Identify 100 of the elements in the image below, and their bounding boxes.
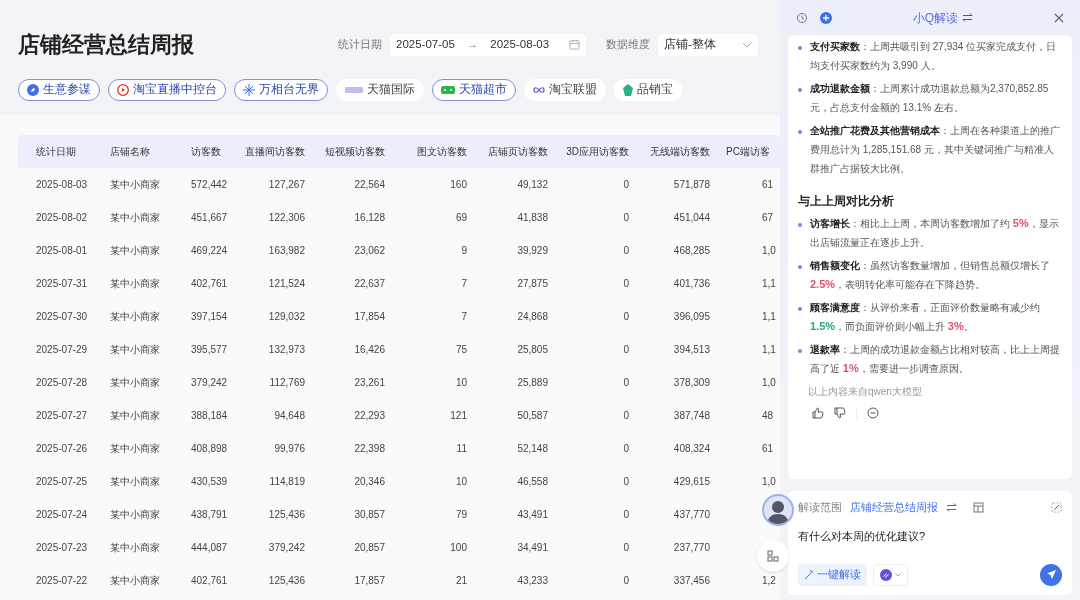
table-cell: 34,491 (517, 542, 548, 553)
chevron-down-icon (742, 41, 752, 48)
column-header: 图文访客数 (416, 145, 467, 159)
channel-tag[interactable]: 淘宝直播中控台 (108, 79, 226, 101)
question-field[interactable]: 有什么对本周的优化建议? (798, 527, 1062, 556)
table-cell: 79 (455, 509, 467, 520)
table-cell: 408,324 (673, 443, 710, 454)
thumbs-up-icon[interactable] (812, 407, 824, 419)
bullet-icon (798, 223, 802, 227)
table-cell: 75 (455, 344, 467, 355)
table-cell: 1,0 (762, 377, 776, 388)
table-cell: 23,062 (354, 245, 385, 256)
table-cell: 43,491 (517, 509, 548, 520)
table-cell: 41,838 (517, 212, 548, 223)
table-cell: 某中小商家 (110, 575, 160, 586)
dimension-select[interactable]: 店铺-整体 (658, 33, 758, 56)
channel-tag[interactable]: 淘宝联盟 (524, 79, 606, 101)
table-cell: 379,242 (191, 377, 228, 388)
channel-tag[interactable]: 天猫国际 (336, 79, 424, 101)
table-cell: 9 (461, 245, 467, 256)
table-cell: 1,1 (762, 344, 776, 355)
table-cell: 402,761 (191, 278, 228, 289)
table-cell: 1,2 (762, 575, 776, 586)
table-cell: 24,868 (517, 311, 548, 322)
table-cell: 某中小商家 (110, 377, 160, 388)
send-icon (1045, 569, 1057, 581)
table-cell: 396,095 (673, 311, 710, 322)
table-cell: 某中小商家 (110, 179, 160, 190)
table-cell: 237,770 (673, 542, 710, 553)
table-cell: 0 (623, 245, 629, 256)
table-cell: 437,770 (673, 509, 710, 520)
table-cell: 21 (455, 575, 467, 586)
table-cell: 2025-07-23 (36, 542, 88, 553)
column-header: 短视频访客数 (324, 145, 385, 159)
table-cell: 0 (623, 542, 629, 553)
layout-icon[interactable] (973, 502, 984, 514)
table-cell: 某中小商家 (110, 311, 160, 322)
table-cell: 16,426 (354, 344, 385, 355)
channel-tag[interactable]: 万相台无界 (234, 79, 328, 101)
column-header: 店铺页访客数 (487, 145, 548, 159)
table-cell: 0 (623, 179, 629, 190)
table-cell: 某中小商家 (110, 245, 160, 256)
table-cell: 25,889 (517, 377, 548, 388)
table-cell: 52,148 (517, 443, 548, 454)
table-cell: 1,0 (762, 476, 776, 487)
table-cell: 2025-07-31 (36, 278, 88, 289)
table-cell: 20,346 (354, 476, 385, 487)
table-cell: 402,761 (191, 575, 228, 586)
table-cell: 388,184 (191, 410, 228, 421)
channel-tag[interactable]: 天猫超市 (432, 79, 516, 101)
page-title: 店铺经营总结周报 (18, 31, 195, 59)
table-cell: 99,976 (274, 443, 305, 454)
table-cell: 0 (623, 377, 629, 388)
grid-icon (767, 550, 779, 562)
source-note: 以上内容来自qwen大模型 (808, 385, 923, 399)
table-cell: 395,577 (191, 344, 228, 355)
bullet-icon (798, 265, 802, 269)
table-cell: 某中小商家 (110, 542, 160, 553)
table-cell: 20,857 (354, 542, 385, 553)
swap-icon[interactable] (946, 503, 957, 513)
table-cell: 2025-07-26 (36, 443, 88, 454)
table-cell: 0 (623, 212, 629, 223)
date-range-field[interactable]: 2025-07-05 → 2025-08-03 (390, 33, 586, 56)
table-cell: 469,224 (191, 245, 228, 256)
bullet-text: 全站推广花费及其他营销成本：上周在各种渠道上的推广费用总计为 1,285,151.68 元，其中关键词推广与精准人群推广占据较大比例。 (810, 124, 1061, 176)
table-cell: 0 (623, 410, 629, 421)
table-cell: 438,791 (191, 509, 228, 520)
chevron-down-icon (895, 572, 901, 577)
close-icon[interactable] (1054, 12, 1064, 23)
table-cell: 394,513 (673, 344, 710, 355)
table-cell: 451,667 (191, 212, 228, 223)
channel-tag[interactable]: 品销宝 (614, 79, 682, 101)
table-cell: 94,648 (274, 410, 305, 421)
table-cell: 571,878 (673, 179, 710, 190)
swap-icon[interactable] (962, 13, 974, 22)
table-cell: 100 (450, 542, 467, 553)
quick-interpret-button[interactable]: 一键解读 (798, 563, 867, 586)
scope-link[interactable]: 店铺经营总结周报 (850, 500, 938, 516)
table-cell: 某中小商家 (110, 212, 160, 223)
edit-icon[interactable] (1051, 502, 1062, 514)
plus-icon[interactable] (820, 11, 832, 24)
send-button[interactable] (1040, 563, 1062, 586)
table-cell: 30,857 (354, 509, 385, 520)
history-icon[interactable] (796, 11, 808, 24)
more-icon[interactable] (867, 407, 879, 419)
table-cell: 121,524 (268, 278, 305, 289)
column-header: 3D应用访客数 (565, 145, 629, 159)
table-cell: 22,637 (354, 278, 385, 289)
bullet-text: 支付买家数：上周共吸引到 27,934 位买家完成支付，日均支付买家数约为 3,990 人。 (810, 40, 1058, 73)
table-cell: 114,819 (269, 476, 305, 487)
table-cell: 某中小商家 (110, 443, 160, 454)
table-cell: 378,309 (673, 377, 710, 388)
thumbs-down-icon[interactable] (834, 407, 846, 419)
table-cell: 0 (623, 344, 629, 355)
scope-label: 解读范围 (798, 500, 842, 515)
channel-tag[interactable]: 生意参谋 (18, 79, 100, 101)
model-select[interactable] (873, 563, 908, 586)
table-cell: 22,293 (354, 410, 385, 421)
table-cell: 132,973 (268, 344, 305, 355)
filter-label: 数据维度 (606, 37, 650, 53)
